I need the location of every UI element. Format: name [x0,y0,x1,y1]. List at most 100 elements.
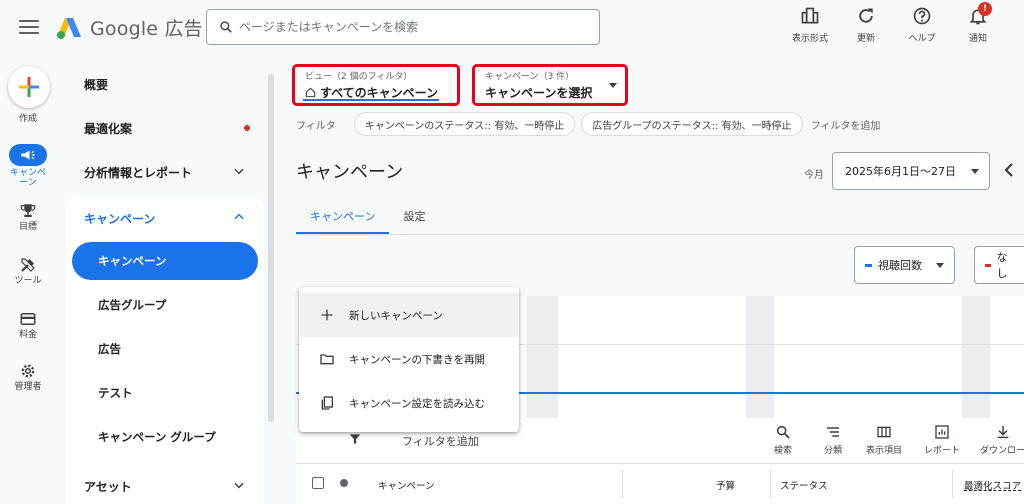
th-campaign[interactable]: キャンペーン [378,478,435,492]
menu-load-settings-label: キャンペーン設定を読み込む [349,397,485,410]
date-range-value: 2025年6月1日～27日 [845,165,956,178]
chevron-up-icon [234,213,244,220]
sidenav-scrollbar[interactable] [268,74,274,422]
metric-selector-secondary[interactable]: なし [974,246,1024,284]
column-divider [770,470,771,498]
date-range-picker[interactable]: 2025年6月1日～27日 [832,152,990,190]
nav-sub-campaigns[interactable]: キャンペーン [72,242,258,280]
chevron-left-icon[interactable] [1002,160,1016,180]
search-icon [220,21,232,33]
notifications-button[interactable]: ! 通知 [956,2,1000,44]
nav-sub-ads[interactable]: 広告 [72,330,258,368]
toolbar-columns-label: 表示項目 [866,446,903,456]
search-icon [776,425,790,439]
filter-label: フィルタ [296,120,336,132]
header-tools: 表示形式 更新 ヘルプ ! 通知 [788,2,1000,44]
filter-bar: フィルタ キャンペーンのステータス:: 有効、一時停止 広告グループのステータス… [296,112,880,136]
google-ads-logo[interactable]: Google 広告 [56,14,203,41]
rail-item-tools[interactable]: ツール [0,256,56,286]
rail-goals-label: 目標 [18,222,37,232]
nav-sub-campaign-groups[interactable]: キャンペーン グループ [72,418,258,456]
nav-sub-experiments[interactable]: テスト [72,374,258,412]
nav-sub-ad-groups-label: 広告グループ [98,298,167,312]
nav-group-title: キャンペーン [84,211,156,226]
nav-sub-campaigns-label: キャンペーン [98,254,167,268]
menu-item-new-campaign[interactable]: 新しいキャンペーン [299,293,519,337]
nav-overview-label: 概要 [84,77,109,92]
chart-weekend-band [962,296,990,418]
rail-item-billing[interactable]: 料金 [0,310,56,340]
select-all-checkbox[interactable] [312,477,324,489]
page-tabs: キャンペーン 設定 [296,198,439,234]
notifications-label: 通知 [968,34,987,44]
rail-item-campaigns[interactable]: キャンペーン [0,144,56,188]
nav-item-recommendations[interactable]: 最適化案 [66,106,266,150]
secondary-metric-label: なし [996,251,1008,280]
help-icon [913,7,931,25]
menu-new-campaign-label: 新しいキャンペーン [349,309,443,322]
metric-selector-primary[interactable]: 視聴回数 [854,246,955,284]
plus-icon [19,77,39,97]
chevron-down-icon [234,168,244,175]
nav-sub-campaign-groups-label: キャンペーン グループ [98,430,216,444]
search-box[interactable] [206,9,600,45]
toolbar-reports-button[interactable]: レポート [924,424,960,456]
th-optimization-score[interactable]: 最適化スコア [964,478,1021,492]
segment-icon [827,427,839,437]
card-icon [20,313,36,325]
create-button[interactable] [8,66,50,108]
view-button[interactable]: 表示形式 [788,6,832,44]
refresh-icon [859,8,873,23]
tab-campaigns[interactable]: キャンペーン [296,198,390,234]
filter-icon[interactable] [348,432,362,446]
toolbar-search-button[interactable]: 検索 [774,424,792,456]
nav-item-overview[interactable]: 概要 [66,62,266,106]
toolbar-download-button[interactable]: ダウンロー [980,424,1024,456]
view-selector[interactable]: ビュー（2 個のフィルタ） すべてのキャンペーン [292,64,460,106]
menu-item-load-settings[interactable]: キャンペーン設定を読み込む [299,381,519,425]
primary-metric-label: 視聴回数 [878,259,922,272]
nav-sub-ads-label: 広告 [98,342,121,356]
nav-sub-ad-groups[interactable]: 広告グループ [72,286,258,324]
tab-settings[interactable]: 設定 [389,198,439,234]
tabs-divider [296,234,1024,235]
campaign-selector[interactable]: キャンペーン（3 件） キャンペーンを選択 [472,64,628,106]
nav-group-campaigns-header[interactable]: キャンペーン [66,196,266,240]
rail-admin-label: 管理者 [14,382,42,392]
rail-item-create[interactable]: 作成 [0,112,56,124]
nav-item-assets[interactable]: アセット [66,464,266,504]
toolbar-columns-button[interactable]: 表示項目 [866,424,902,456]
create-campaign-menu: 新しいキャンペーン キャンペーンの下書きを再開 キャンペーン設定を読み込む [299,287,519,432]
toolbar-segment-label: 分類 [824,446,843,456]
view-label: 表示形式 [791,34,828,44]
toolbar-add-filter[interactable]: フィルタを追加 [402,433,479,449]
trophy-icon [20,204,36,217]
filter-chip-campaign-status[interactable]: キャンペーンのステータス:: 有効、一時停止 [353,112,576,136]
help-label: ヘルプ [908,34,936,44]
rail-item-admin[interactable]: 管理者 [0,362,56,392]
status-dot [340,479,348,487]
filter-chip-adgroup-status[interactable]: 広告グループのステータス:: 有効、一時停止 [581,112,803,136]
nav-item-insights-reports[interactable]: 分析情報とレポート [66,150,266,194]
columns-icon [877,426,891,438]
download-icon [997,426,1008,439]
tools-icon [21,258,35,272]
toolbar-search-label: 検索 [774,446,793,456]
search-input[interactable] [239,20,579,34]
menu-item-resume-draft[interactable]: キャンペーンの下書きを再開 [299,337,519,381]
home-icon [305,87,316,98]
refresh-label: 更新 [856,34,875,44]
nav-recommendations-label: 最適化案 [84,121,133,136]
main-content: ビュー（2 個のフィルタ） すべてのキャンペーン キャンペーン（3 件） キャン… [292,56,1024,504]
menu-icon[interactable] [18,16,40,38]
app-name: Google 広告 [90,18,203,40]
refresh-button[interactable]: 更新 [844,6,888,44]
th-budget[interactable]: 予算 [716,478,735,492]
campaigns-pill [9,144,47,166]
th-status[interactable]: ステータス [780,478,828,492]
rail-item-goals[interactable]: 目標 [0,202,56,232]
help-button[interactable]: ヘルプ [900,6,944,44]
add-filter-link[interactable]: フィルタを追加 [811,117,881,132]
toolbar-segment-button[interactable]: 分類 [824,424,842,456]
nav-sub-experiments-label: テスト [98,386,133,400]
